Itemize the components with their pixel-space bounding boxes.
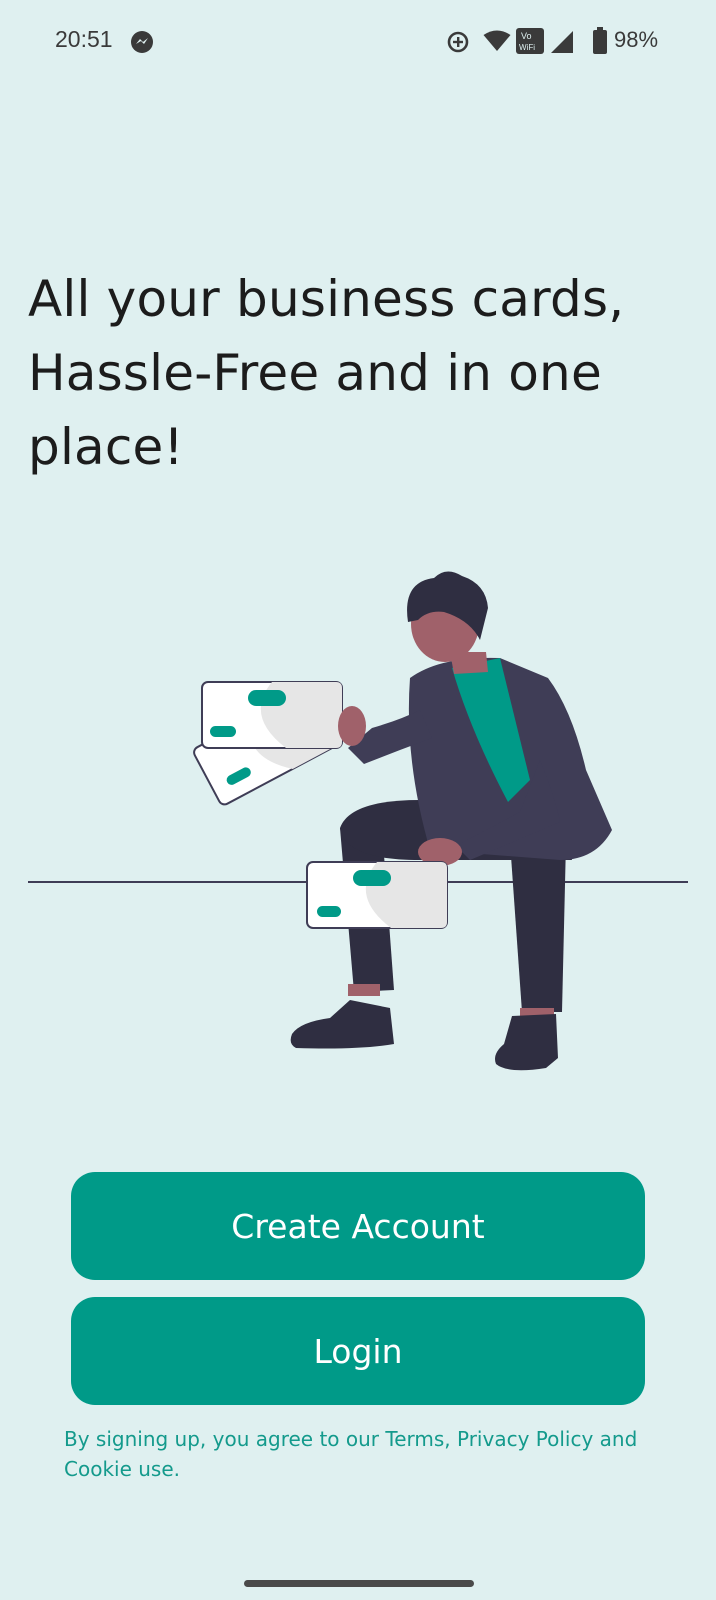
- status-time: 20:51: [55, 26, 113, 52]
- battery-percent: 98%: [614, 27, 659, 52]
- business-card-held: [201, 681, 343, 749]
- home-gesture-bar[interactable]: [244, 1580, 474, 1587]
- vowifi-icon: Vo WiFi: [516, 28, 544, 58]
- status-bar: 20:51 Vo WiFi 98%: [0, 0, 716, 84]
- legal-and: and: [593, 1427, 638, 1451]
- legal-suffix: .: [173, 1457, 180, 1481]
- business-cards-illustration: [0, 560, 716, 1084]
- onboarding-headline: All your business cards, Hassle-Free and…: [28, 270, 625, 476]
- legal-prefix: By signing up, you agree to our: [64, 1427, 386, 1451]
- person-figure: [290, 571, 612, 1071]
- data-saver-icon: [446, 30, 470, 58]
- privacy-policy-link[interactable]: Privacy Policy: [457, 1427, 593, 1451]
- wifi-icon: [483, 30, 511, 56]
- svg-text:Vo: Vo: [521, 31, 532, 41]
- svg-text:WiFi: WiFi: [519, 43, 535, 52]
- business-card-lap: [306, 861, 448, 929]
- onboarding-screen: 20:51 Vo WiFi 98% All your business card…: [0, 0, 716, 1600]
- legal-separator: ,: [444, 1427, 457, 1451]
- legal-consent-text: By signing up, you agree to our Terms, P…: [64, 1424, 704, 1484]
- cellular-signal-icon: [550, 30, 574, 58]
- create-account-button[interactable]: Create Account: [71, 1172, 645, 1280]
- battery-icon: [592, 27, 608, 59]
- login-button[interactable]: Login: [71, 1297, 645, 1405]
- messenger-icon: [130, 30, 154, 58]
- terms-link[interactable]: Terms: [385, 1427, 444, 1451]
- cookie-use-link[interactable]: Cookie use: [64, 1457, 174, 1481]
